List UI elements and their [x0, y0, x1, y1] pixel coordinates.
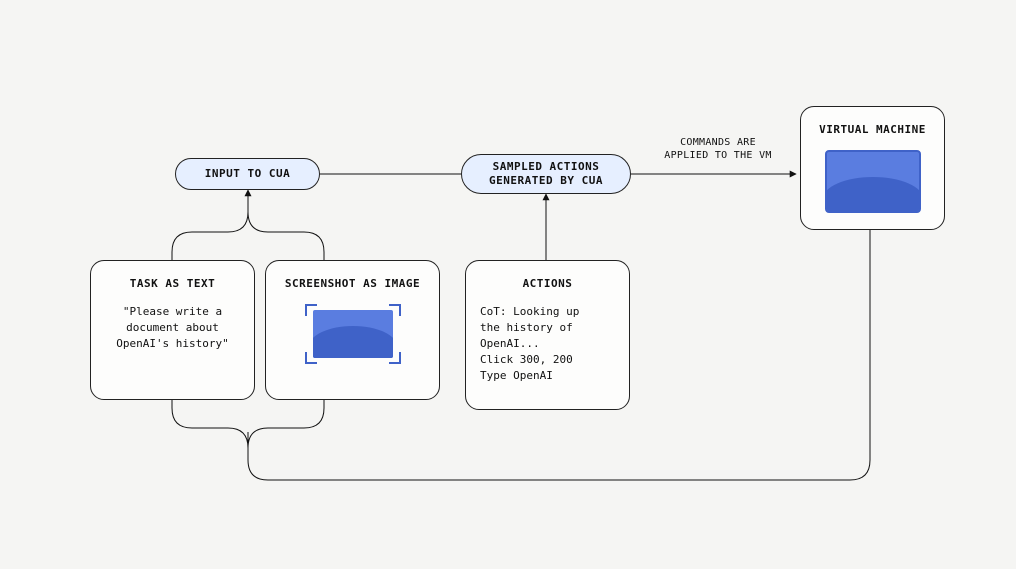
- pill-label: SAMPLED ACTIONS GENERATED BY CUA: [489, 160, 603, 188]
- screenshot-image-icon: [305, 304, 401, 364]
- card-title: TASK AS TEXT: [130, 277, 215, 290]
- pill-label: INPUT TO CUA: [205, 167, 290, 181]
- card-title: VIRTUAL MACHINE: [819, 123, 926, 136]
- card-body: CoT: Looking up the history of OpenAI...…: [480, 304, 615, 384]
- pill-sampled-actions: SAMPLED ACTIONS GENERATED BY CUA: [461, 154, 631, 194]
- card-virtual-machine: VIRTUAL MACHINE: [800, 106, 945, 230]
- pill-input-to-cua: INPUT TO CUA: [175, 158, 320, 190]
- vm-screen-icon: [825, 150, 921, 213]
- card-screenshot-as-image: SCREENSHOT AS IMAGE: [265, 260, 440, 400]
- card-title: ACTIONS: [523, 277, 573, 290]
- card-task-as-text: TASK AS TEXT "Please write a document ab…: [90, 260, 255, 400]
- card-title: SCREENSHOT AS IMAGE: [285, 277, 420, 290]
- card-body: "Please write a document about OpenAI's …: [116, 304, 229, 352]
- edge-label-commands-applied: COMMANDS ARE APPLIED TO THE VM: [648, 136, 788, 162]
- card-actions: ACTIONS CoT: Looking up the history of O…: [465, 260, 630, 410]
